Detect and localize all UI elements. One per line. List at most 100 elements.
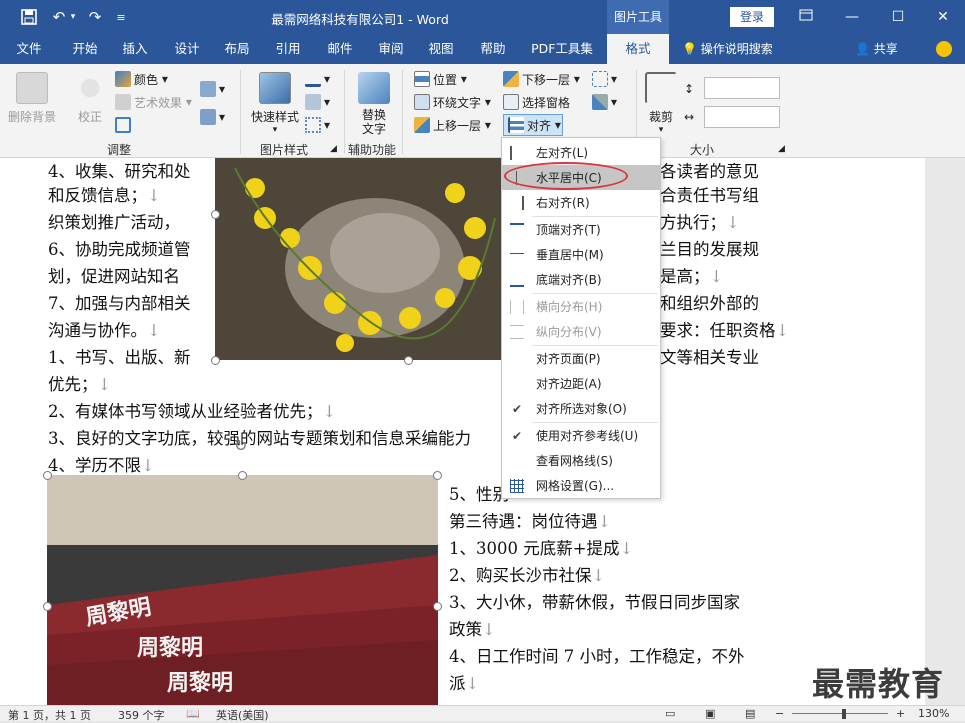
document-page[interactable]: 4、收集、研究和处 和反馈信息；↓ 织策划推广活动， 6、协助完成频道管 划，促…	[0, 158, 925, 705]
compress-pictures-button[interactable]	[115, 114, 134, 136]
corrections-button[interactable]: 校正	[70, 72, 110, 125]
save-icon[interactable]	[14, 0, 44, 34]
quick-styles-button[interactable]: 快速样式 ▾	[248, 72, 302, 135]
resize-handle[interactable]	[43, 471, 52, 480]
tab-help[interactable]: 帮助	[470, 34, 516, 64]
resize-handle[interactable]	[43, 602, 52, 611]
menu-item-distribute-horizontally[interactable]: 横向分布(H)	[502, 294, 660, 319]
bring-forward-icon	[414, 117, 430, 133]
maximize-icon[interactable]: ☐	[875, 0, 921, 34]
share-button[interactable]: 👤 共享	[855, 34, 898, 64]
align-button[interactable]: 对齐 ▾	[503, 114, 563, 136]
crop-button[interactable]: 裁剪 ▾	[644, 72, 678, 135]
login-button[interactable]: 登录	[730, 7, 774, 27]
picture-border-button[interactable]: ▾	[305, 68, 330, 90]
tab-insert[interactable]: 插入	[112, 34, 158, 64]
ribbon-display-options-icon[interactable]	[783, 0, 829, 34]
doc-line: 要求：任职资格↓	[660, 321, 790, 340]
rotate-button[interactable]: ▾	[592, 91, 617, 113]
group-label-picture-styles: 图片样式	[260, 143, 309, 157]
resize-handle[interactable]	[433, 471, 442, 480]
remove-background-button[interactable]: 删除背景	[6, 72, 58, 125]
zoom-out-icon[interactable]: −	[775, 707, 784, 720]
read-mode-icon[interactable]: ▭	[665, 707, 675, 720]
tab-mailings[interactable]: 邮件	[317, 34, 363, 64]
doc-line: 和反馈信息；↓	[48, 186, 161, 205]
web-layout-icon[interactable]: ▤	[745, 707, 755, 720]
customize-qat-icon[interactable]: ≡	[106, 0, 136, 34]
align-top-icon	[510, 222, 524, 237]
wrap-text-button[interactable]: 环绕文字 ▾	[414, 91, 491, 113]
reset-picture-button[interactable]: ▾	[200, 106, 225, 128]
business-card-image[interactable]: 周黎明 周黎明 周黎明	[47, 475, 438, 705]
tab-layout[interactable]: 布局	[214, 34, 260, 64]
compress-icon	[115, 117, 131, 133]
zoom-in-icon[interactable]: +	[896, 707, 905, 720]
resize-handle[interactable]	[211, 356, 220, 365]
doc-line: 和组织外部的	[660, 294, 759, 313]
resize-handle[interactable]	[211, 210, 220, 219]
flower-wreath-image[interactable]	[215, 158, 505, 360]
align-bottom-icon	[510, 273, 524, 287]
bring-forward-button[interactable]: 上移一层 ▾	[414, 114, 491, 136]
minimize-icon[interactable]: —	[829, 0, 875, 34]
change-picture-button[interactable]: ▾	[200, 78, 225, 100]
tab-home[interactable]: 开始	[62, 34, 108, 64]
send-backward-button[interactable]: 下移一层 ▾	[503, 68, 580, 90]
position-icon	[414, 71, 430, 87]
lightbulb-icon: 💡	[682, 42, 697, 56]
resize-handle[interactable]	[404, 356, 413, 365]
doc-line: 文等相关专业	[660, 348, 759, 367]
svg-text:周黎明: 周黎明	[137, 635, 203, 661]
resize-handle[interactable]	[433, 602, 442, 611]
tab-pdf-tools[interactable]: PDF工具集	[524, 34, 600, 64]
group-objects-button[interactable]: ▾	[592, 68, 617, 90]
tab-format[interactable]: 格式	[607, 34, 669, 64]
menu-item-align-left[interactable]: 左对齐(L)	[502, 140, 660, 165]
menu-item-align-top[interactable]: 顶端对齐(T)	[502, 217, 660, 242]
tell-me-search[interactable]: 💡 操作说明搜索	[682, 34, 773, 64]
doc-line: 政策↓	[449, 620, 496, 639]
menu-item-use-alignment-guides[interactable]: ✔ 使用对齐参考线(U)	[502, 423, 660, 448]
zoom-slider-thumb[interactable]	[842, 709, 846, 719]
zoom-slider[interactable]	[792, 713, 888, 714]
proofing-icon[interactable]: 📖	[186, 707, 200, 720]
tab-review[interactable]: 审阅	[368, 34, 414, 64]
height-input[interactable]	[704, 77, 780, 99]
picture-layout-button[interactable]: ▾	[305, 114, 330, 136]
menu-item-align-right[interactable]: 右对齐(R)	[502, 190, 660, 215]
resize-handle[interactable]	[238, 471, 247, 480]
menu-item-grid-settings[interactable]: 网格设置(G)...	[502, 473, 660, 498]
menu-item-align-to-page[interactable]: 对齐页面(P)	[502, 346, 660, 371]
tab-view[interactable]: 视图	[418, 34, 464, 64]
zoom-level[interactable]: 130%	[918, 707, 949, 720]
tab-file[interactable]: 文件	[8, 34, 50, 64]
menu-item-align-to-margin[interactable]: 对齐边距(A)	[502, 371, 660, 396]
color-button[interactable]: 颜色 ▾	[115, 68, 168, 90]
print-layout-icon[interactable]: ▣	[705, 707, 715, 720]
quick-styles-icon	[259, 72, 291, 104]
menu-item-distribute-vertically[interactable]: 纵向分布(V)	[502, 319, 660, 344]
feedback-smiley-icon[interactable]	[936, 41, 952, 57]
tab-design[interactable]: 设计	[164, 34, 210, 64]
rotate-handle-icon[interactable]: ↻	[234, 436, 247, 455]
picture-effects-button[interactable]: ▾	[305, 91, 330, 113]
position-button[interactable]: 位置 ▾	[414, 68, 467, 90]
doc-line: 派↓	[449, 674, 480, 693]
menu-item-align-bottom[interactable]: 底端对齐(B)	[502, 267, 660, 292]
tab-references[interactable]: 引用	[265, 34, 311, 64]
artistic-effects-button[interactable]: 艺术效果 ▾	[115, 91, 192, 113]
width-input[interactable]	[704, 106, 780, 128]
alt-text-button[interactable]: 替换 文字	[352, 72, 396, 136]
menu-item-align-middle[interactable]: 垂直居中(M)	[502, 242, 660, 267]
picture-styles-launcher-icon[interactable]: ◢	[330, 138, 337, 160]
undo-dropdown-icon[interactable]: ▾	[66, 0, 80, 34]
picture-layout-icon	[305, 117, 321, 133]
ribbon-separator	[344, 70, 345, 154]
close-icon[interactable]: ✕	[920, 0, 965, 34]
vertical-scrollbar[interactable]	[925, 158, 965, 705]
menu-item-align-selected-objects[interactable]: ✔ 对齐所选对象(O)	[502, 396, 660, 421]
menu-item-view-gridlines[interactable]: 查看网格线(S)	[502, 448, 660, 473]
size-launcher-icon[interactable]: ◢	[778, 138, 785, 160]
selection-pane-button[interactable]: 选择窗格	[503, 91, 570, 113]
